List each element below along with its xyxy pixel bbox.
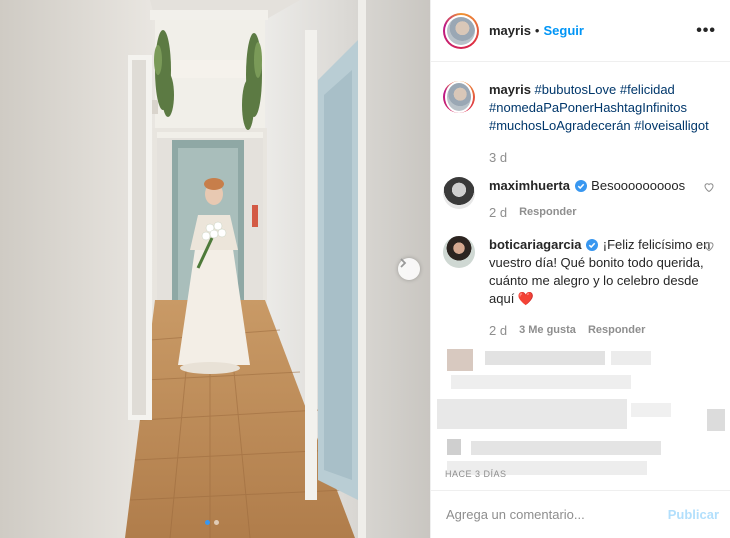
caption-username[interactable]: mayris	[489, 82, 531, 97]
comment-item: maximhuerta Besooooooooos 2 d Responder	[443, 177, 719, 222]
reply-button[interactable]: Responder	[588, 322, 645, 340]
verified-icon	[586, 239, 599, 251]
author-avatar[interactable]	[443, 12, 479, 49]
hallway-photo	[0, 0, 430, 538]
comment-time[interactable]: 2 d	[489, 204, 507, 222]
heart-icon[interactable]	[703, 240, 715, 252]
separator-dot: •	[534, 23, 540, 38]
follow-button[interactable]: Seguir	[543, 23, 583, 38]
commenter-avatar[interactable]	[443, 177, 475, 209]
publish-button[interactable]: Publicar	[668, 507, 719, 522]
add-comment-bar: Publicar	[431, 490, 730, 538]
caption-text: mayris #bubutosLove #felicidad #nomedaPa…	[489, 81, 719, 135]
post-photo[interactable]	[0, 0, 430, 538]
comment-input[interactable]	[446, 507, 668, 522]
carousel-dot	[205, 520, 210, 525]
comment-time[interactable]: 2 d	[489, 322, 507, 340]
comments-section: mayris #bubutosLove #felicidad #nomedaPa…	[431, 63, 730, 490]
caption-time[interactable]: 3 d	[489, 149, 507, 167]
post-side-panel: mayris • Seguir ••• mayris #bubutosLove …	[430, 0, 730, 538]
post-header: mayris • Seguir •••	[431, 0, 730, 62]
hashtag-link[interactable]: #bubutosLove	[535, 82, 617, 97]
comment-username[interactable]: boticariagarcia	[489, 237, 582, 252]
chevron-right-icon	[400, 258, 407, 268]
comment-body: Besooooooooos	[591, 178, 686, 193]
likes-count-button[interactable]: 3 Me gusta	[519, 322, 576, 340]
hashtag-link[interactable]: #felicidad	[620, 82, 675, 97]
carousel-next-button[interactable]	[398, 258, 420, 280]
post-timestamp[interactable]: HACE 3 DÍAS	[445, 469, 507, 479]
comment-text: maximhuerta Besooooooooos	[489, 177, 719, 195]
caption: mayris #bubutosLove #felicidad #nomedaPa…	[443, 81, 719, 167]
hashtag-link[interactable]: #muchosLoAgradecerán	[489, 118, 631, 133]
author-username[interactable]: mayris	[489, 23, 531, 38]
reply-button[interactable]: Responder	[519, 204, 576, 222]
hashtag-link[interactable]: #nomedaPaPonerHashtagInfinitos	[489, 100, 687, 115]
blurred-comments	[431, 343, 730, 483]
more-options-icon[interactable]: •••	[696, 22, 716, 40]
carousel-dot	[214, 520, 219, 525]
verified-icon	[574, 180, 587, 192]
carousel-indicator	[205, 520, 219, 525]
comment-username[interactable]: maximhuerta	[489, 178, 570, 193]
commenter-avatar[interactable]	[443, 236, 475, 268]
comment-text: boticariagarcia ¡Feliz felicísimo en vue…	[489, 236, 719, 308]
hashtag-link[interactable]: #loveisalligot	[634, 118, 708, 133]
heart-icon[interactable]	[703, 181, 715, 193]
caption-avatar[interactable]	[443, 81, 475, 113]
comment-item: boticariagarcia ¡Feliz felicísimo en vue…	[443, 236, 719, 340]
